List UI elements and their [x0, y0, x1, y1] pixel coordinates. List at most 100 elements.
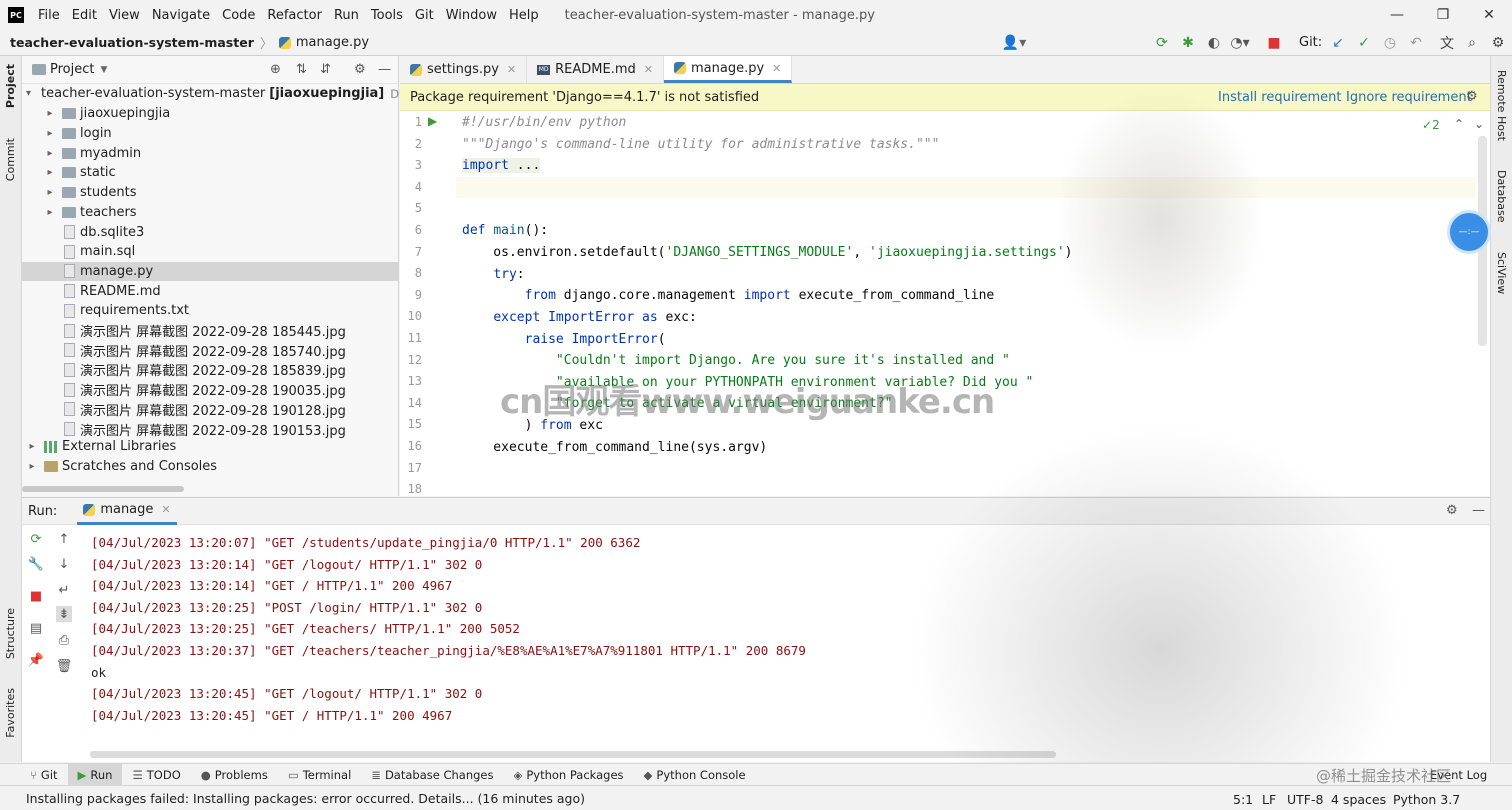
tree-file[interactable]: 演示图片 屏幕截图 2022-09-28 190153.jpg: [22, 419, 399, 439]
pin-icon[interactable]: 📌: [28, 652, 44, 668]
settings-gear-icon[interactable]: ⚙: [354, 62, 366, 77]
user-icon[interactable]: 👤▾: [1000, 33, 1028, 53]
collapse-all-icon[interactable]: ⇵: [320, 62, 331, 77]
tree-folder[interactable]: ▸ students: [22, 183, 399, 203]
git-commit-icon[interactable]: ✓: [1354, 33, 1374, 53]
tool-tab-terminal[interactable]: ▭ Terminal: [278, 764, 361, 786]
tree-file[interactable]: 演示图片 屏幕截图 2022-09-28 185740.jpg: [22, 340, 399, 360]
menu-edit[interactable]: Edit: [66, 8, 103, 23]
close-tab-icon[interactable]: ✕: [644, 63, 653, 76]
menu-navigate[interactable]: Navigate: [146, 8, 216, 23]
print-icon[interactable]: ⎙: [56, 632, 72, 648]
tool-tab-problems[interactable]: ● Problems: [191, 764, 278, 786]
search-icon[interactable]: ⌕: [1462, 33, 1482, 53]
close-tab-icon[interactable]: ✕: [772, 62, 781, 75]
run-tab-manage[interactable]: manage ✕: [77, 498, 177, 525]
tree-file[interactable]: 演示图片 屏幕截图 2022-09-28 190128.jpg: [22, 400, 399, 420]
close-tab-icon[interactable]: ✕: [161, 503, 170, 516]
menu-code[interactable]: Code: [216, 8, 261, 23]
tree-file[interactable]: requirements.txt: [22, 301, 399, 321]
console-horizontal-scrollbar[interactable]: [90, 751, 1056, 758]
tab-manage-py[interactable]: manage.py ✕: [664, 56, 793, 83]
locate-icon[interactable]: ⊕: [270, 62, 281, 77]
profile-icon[interactable]: ◔▾: [1228, 33, 1252, 53]
rerun-icon[interactable]: ⟳: [28, 531, 44, 547]
menu-window[interactable]: Window: [440, 8, 503, 23]
caret-position[interactable]: 5:1: [1233, 792, 1253, 807]
collapsed-arrow-icon[interactable]: ▸: [44, 167, 56, 178]
run-gutter-icon[interactable]: ▶: [428, 114, 437, 128]
history-icon[interactable]: ◷: [1380, 33, 1400, 53]
minimize-button[interactable]: —: [1374, 0, 1420, 30]
collapsed-arrow-icon[interactable]: ▸: [44, 148, 56, 159]
tree-file[interactable]: manage.py: [22, 261, 399, 282]
stop-icon[interactable]: ■: [28, 588, 44, 604]
database-tool-tab[interactable]: Database: [1495, 170, 1508, 223]
git-update-icon[interactable]: ↙: [1328, 33, 1348, 53]
debug-icon[interactable]: ✱: [1178, 33, 1198, 53]
menu-view[interactable]: View: [103, 8, 146, 23]
tool-tab-database-changes[interactable]: ≣ Database Changes: [361, 764, 503, 786]
favorites-tool-tab[interactable]: Favorites: [4, 688, 17, 738]
collapsed-arrow-icon[interactable]: ▸: [26, 461, 38, 472]
hide-panel-icon[interactable]: —: [378, 62, 391, 77]
ignore-requirement-link[interactable]: Ignore requirement: [1346, 90, 1472, 105]
expand-all-icon[interactable]: ⇅: [296, 62, 307, 77]
scroll-up-icon[interactable]: ↑: [56, 531, 72, 547]
tool-tab-python-packages[interactable]: ◈ Python Packages: [504, 764, 634, 786]
install-requirement-link[interactable]: Install requirement: [1218, 90, 1341, 105]
commit-tool-tab[interactable]: Commit: [4, 138, 17, 181]
next-highlight-icon[interactable]: ⌄: [1474, 117, 1484, 131]
wrench-icon[interactable]: 🔧: [28, 556, 44, 572]
settings-gear-icon[interactable]: ⚙: [1466, 89, 1478, 104]
layout-icon[interactable]: ▤: [28, 620, 44, 636]
menu-tools[interactable]: Tools: [365, 8, 409, 23]
tree-folder[interactable]: ▸ jiaoxuepingjia: [22, 104, 399, 124]
breadcrumb-project[interactable]: teacher-evaluation-system-master: [10, 35, 254, 50]
tree-folder[interactable]: ▸ login: [22, 124, 399, 144]
tab-settings-py[interactable]: settings.py ✕: [400, 56, 528, 83]
tree-root[interactable]: ▾ teacher-evaluation-system-master [jiao…: [22, 84, 429, 104]
tool-tab-git[interactable]: ⑂ Git: [0, 764, 68, 786]
breadcrumb-file[interactable]: manage.py: [296, 35, 369, 50]
structure-tool-tab[interactable]: Structure: [4, 608, 17, 659]
maximize-button[interactable]: ❐: [1420, 0, 1466, 30]
tree-external-libraries[interactable]: ▸ External Libraries: [22, 437, 399, 457]
tab-readme-md[interactable]: MD README.md ✕: [527, 56, 664, 83]
soft-wrap-icon[interactable]: ↵: [56, 582, 72, 598]
remote-host-tool-tab[interactable]: Remote Host: [1495, 70, 1508, 141]
tree-scratches[interactable]: ▸ Scratches and Consoles: [22, 457, 399, 477]
line-separator[interactable]: LF: [1262, 792, 1276, 807]
collapsed-arrow-icon[interactable]: ▸: [44, 207, 56, 218]
translate-icon[interactable]: 文: [1436, 33, 1458, 53]
coverage-icon[interactable]: ◐: [1204, 33, 1224, 53]
menu-help[interactable]: Help: [503, 8, 545, 23]
hide-panel-icon[interactable]: —: [1472, 503, 1485, 518]
python-interpreter[interactable]: Python 3.7: [1393, 792, 1460, 807]
tool-tab-python-console[interactable]: ◆ Python Console: [634, 764, 756, 786]
tree-file[interactable]: db.sqlite3: [22, 222, 399, 242]
status-message[interactable]: Installing packages failed: Installing p…: [26, 791, 585, 806]
tree-file[interactable]: README.md: [22, 281, 399, 301]
project-tool-tab[interactable]: Project: [4, 64, 17, 108]
collapsed-arrow-icon[interactable]: ▸: [44, 187, 56, 198]
horizontal-scrollbar[interactable]: [22, 486, 184, 492]
tree-file[interactable]: 演示图片 屏幕截图 2022-09-28 185839.jpg: [22, 360, 399, 380]
scroll-to-end-icon[interactable]: ⇟: [56, 606, 72, 622]
collapsed-arrow-icon[interactable]: ▸: [44, 128, 56, 139]
indent-setting[interactable]: 4 spaces: [1331, 792, 1386, 807]
stop-icon[interactable]: ■: [1266, 33, 1282, 53]
tool-tab-todo[interactable]: ☰ TODO: [122, 764, 190, 786]
floating-clock-widget[interactable]: —:—: [1447, 210, 1491, 254]
menu-run[interactable]: Run: [328, 8, 365, 23]
tree-file[interactable]: 演示图片 屏幕截图 2022-09-28 190035.jpg: [22, 380, 399, 400]
trash-icon[interactable]: 🗑: [56, 658, 73, 674]
settings-gear-icon[interactable]: ⚙: [1488, 33, 1508, 53]
inspection-widget[interactable]: ✓2: [1422, 118, 1440, 132]
project-panel-title[interactable]: Project: [50, 62, 94, 77]
tool-tab-run[interactable]: ▶ Run: [67, 763, 123, 786]
tree-folder[interactable]: ▸ myadmin: [22, 143, 399, 163]
chevron-down-icon[interactable]: ▼: [100, 65, 107, 75]
scroll-down-icon[interactable]: ↓: [56, 556, 72, 572]
tree-folder[interactable]: ▸ teachers: [22, 203, 399, 223]
